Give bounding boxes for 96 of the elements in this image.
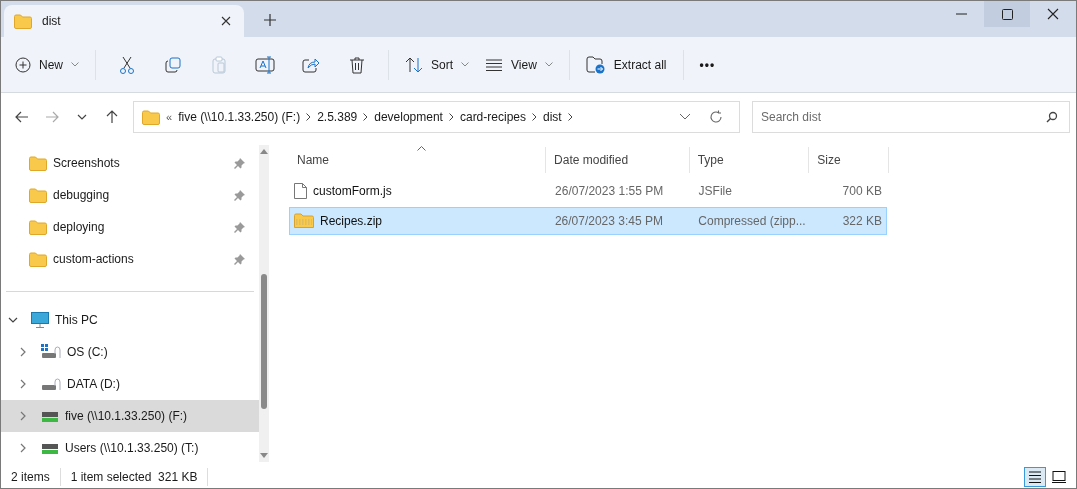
folder-icon	[14, 13, 32, 29]
breadcrumb-item[interactable]: dist	[543, 108, 562, 126]
overflow-chevron[interactable]: «	[166, 108, 173, 126]
file-type: Compressed (zipp...	[697, 213, 807, 230]
sidebar-item[interactable]: Screenshots	[1, 147, 259, 179]
text-cursor-icon	[255, 55, 275, 74]
trash-icon	[349, 55, 365, 74]
tab-title: dist	[42, 13, 62, 30]
file-type: JSFile	[697, 183, 733, 200]
sidebar-item[interactable]: five (\\10.1.33.250) (F:)	[1, 400, 259, 432]
tab[interactable]: dist	[4, 5, 244, 37]
sidebar-item[interactable]: This PC	[1, 304, 259, 336]
file-name: customForm.js	[313, 183, 392, 200]
file-size: 322 KB	[841, 213, 883, 230]
close-icon	[221, 16, 231, 26]
close-icon	[1047, 8, 1059, 20]
maximize-icon	[1001, 8, 1013, 20]
chevron-right-icon	[20, 411, 26, 421]
file-icon	[294, 183, 307, 199]
folder-icon	[142, 109, 160, 125]
toolbar-button[interactable]: View	[479, 46, 559, 83]
item-count: 2 items	[11, 468, 61, 486]
sidebar-item[interactable]: debugging	[1, 179, 259, 211]
search-icon	[1046, 111, 1058, 123]
list-icon	[485, 58, 504, 71]
folder-icon	[29, 155, 47, 171]
scissors-icon	[119, 55, 135, 74]
toolbar-button[interactable]: New	[9, 46, 85, 83]
drive-icon	[41, 376, 61, 392]
sidebar-item[interactable]: DATA (D:)	[1, 368, 259, 400]
more-options-button[interactable]: •••	[691, 46, 724, 83]
list-icon	[1028, 471, 1042, 483]
details-view-button[interactable]	[1024, 467, 1046, 487]
chevron-right-icon	[532, 113, 537, 121]
folder-icon	[29, 251, 47, 267]
scroll-up-icon	[260, 149, 268, 154]
column-header[interactable]: Date modified	[546, 147, 690, 173]
sidebar-item[interactable]: custom-actions	[1, 243, 259, 275]
file-row[interactable]: Recipes.zip 26/07/2023 3:45 PM Compressed (zipp... 322 KB	[289, 207, 887, 235]
address-bar[interactable]: « five (\\10.1.33.250) (F:) 2.5.389 development card-recipes dist	[133, 101, 740, 133]
selection-info: 1 item selected 321 KB	[60, 468, 209, 486]
sort-arrows-icon	[405, 56, 423, 73]
scrollbar[interactable]	[259, 145, 269, 462]
clipboard-icon	[212, 55, 226, 74]
folder-icon	[29, 187, 47, 203]
chevron-down-icon	[77, 114, 87, 120]
search-field[interactable]: Search dist	[752, 101, 1070, 133]
scrollbar-thumb[interactable]	[261, 274, 267, 409]
date-modified: 26/07/2023 3:45 PM	[553, 213, 664, 230]
file-size: 700 KB	[841, 183, 883, 200]
folder-icon	[29, 219, 47, 235]
sidebar-item[interactable]: deploying	[1, 211, 259, 243]
maximize-button[interactable]	[984, 1, 1030, 27]
sidebar-item[interactable]: Users (\\10.1.33.250) (T:)	[1, 432, 259, 464]
plus-icon	[264, 14, 276, 26]
monitor-icon	[31, 312, 49, 328]
column-header[interactable]: Type	[689, 147, 810, 173]
file-row[interactable]: customForm.js 26/07/2023 1:55 PM JSFile 700 KB	[289, 177, 887, 205]
share-icon	[302, 56, 320, 73]
chevron-down-icon	[461, 62, 470, 67]
panel-icon	[1052, 471, 1066, 483]
chevron-right-icon	[448, 113, 454, 121]
chevron-down-icon	[544, 62, 553, 67]
refresh-icon	[709, 110, 723, 124]
column-header[interactable]: Size	[809, 147, 889, 173]
minimize-icon	[955, 13, 967, 15]
chevron-down-icon	[8, 317, 18, 323]
column-header[interactable]: Name	[289, 147, 547, 173]
chevron-right-icon	[306, 113, 312, 121]
breadcrumb-item[interactable]: development	[374, 108, 443, 126]
file-name: Recipes.zip	[320, 213, 383, 230]
chevron-down-icon	[679, 113, 691, 121]
chevron-right-icon	[363, 113, 369, 121]
date-modified: 26/07/2023 1:55 PM	[554, 183, 665, 200]
scroll-down-icon	[260, 453, 268, 458]
chevron-right-icon	[20, 443, 26, 453]
breadcrumb-item[interactable]: card-recipes	[459, 108, 526, 126]
chevron-right-icon	[20, 347, 26, 357]
copy-icon	[165, 56, 181, 73]
network-drive-icon	[41, 441, 59, 455]
chevron-down-icon	[71, 62, 79, 67]
arrow-right-icon	[45, 111, 59, 123]
sidebar-item[interactable]: OS (C:)	[1, 336, 259, 368]
plus-circle-icon	[15, 56, 31, 73]
breadcrumb-item[interactable]: five (\\10.1.33.250) (F:)	[178, 108, 301, 126]
toolbar-button[interactable]: Sort	[399, 46, 476, 83]
folder-arrow-icon	[585, 55, 606, 74]
arrow-left-icon	[15, 111, 29, 123]
zipped-folder-icon	[294, 213, 314, 229]
drive-icon	[41, 344, 61, 360]
toolbar-button[interactable]: Extract all	[579, 46, 673, 83]
arrow-up-icon	[106, 110, 118, 124]
network-drive-icon	[41, 409, 59, 423]
chevron-right-icon	[567, 113, 573, 121]
breadcrumb-item[interactable]: 2.5.389	[317, 108, 358, 126]
chevron-right-icon	[20, 379, 26, 389]
